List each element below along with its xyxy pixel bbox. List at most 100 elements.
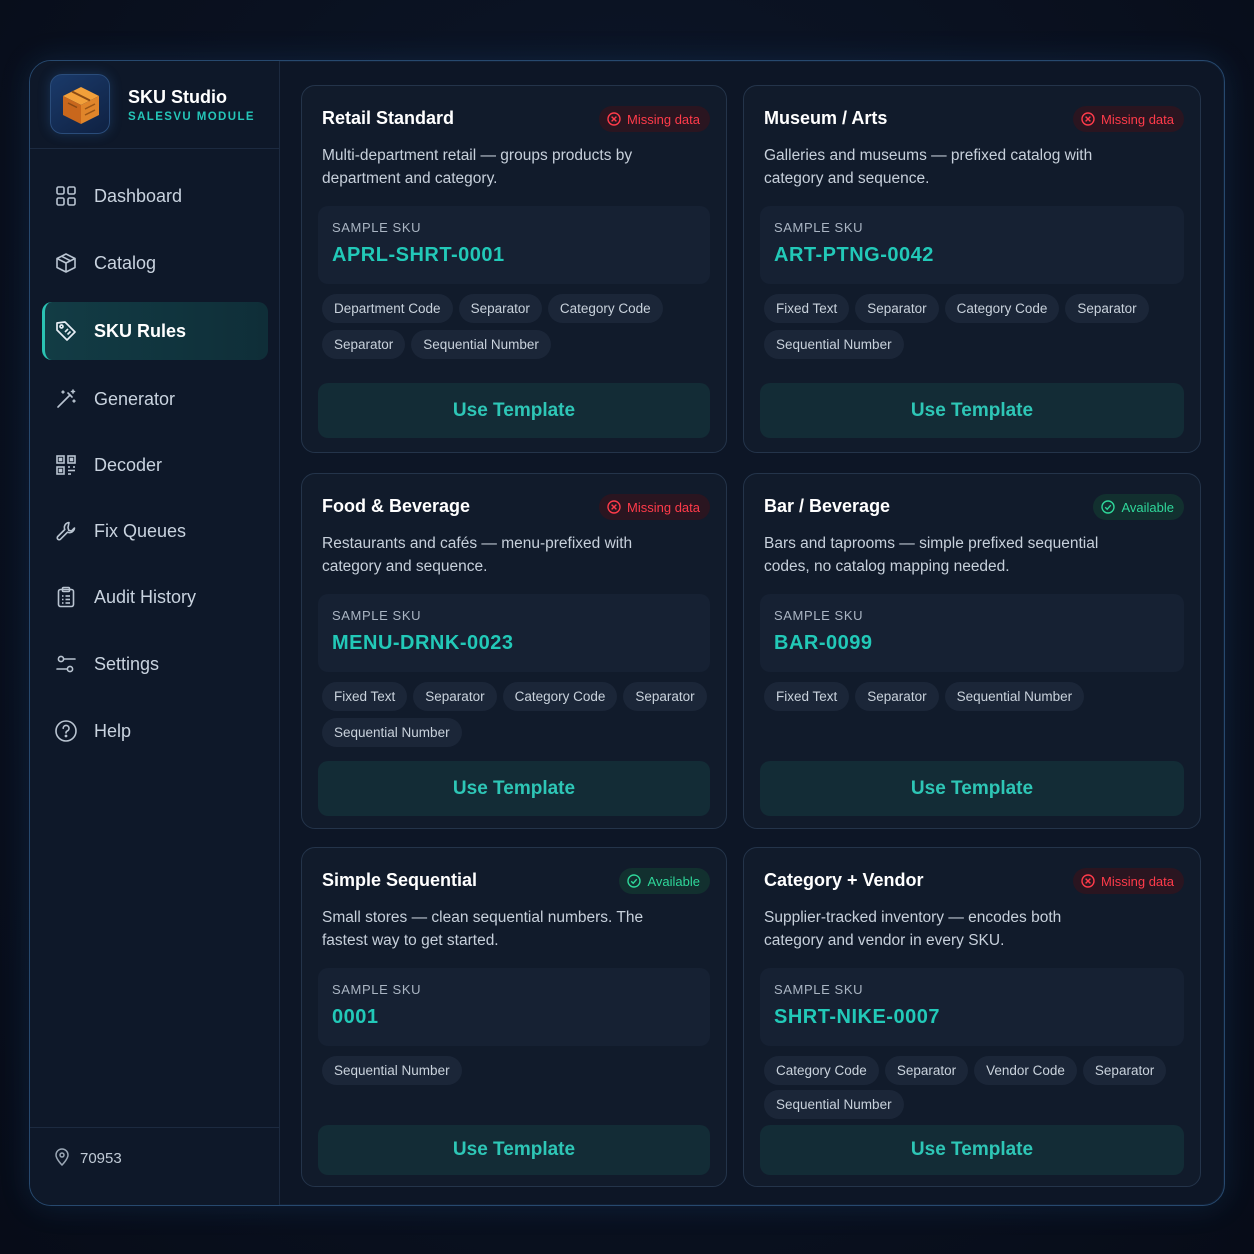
card-title: Food & Beverage bbox=[322, 496, 471, 516]
card-description: Multi-department retail — groups product… bbox=[322, 147, 633, 187]
segment-chip: Sequential Number bbox=[322, 718, 462, 747]
sample-sku-label: SAMPLE SKU bbox=[332, 220, 422, 235]
nav-label: Fix Queues bbox=[94, 520, 187, 541]
segment-chip: Fixed Text bbox=[322, 682, 408, 711]
use-template-button[interactable]: Use Template bbox=[760, 761, 1184, 816]
brand-subtitle: SALESVU MODULE bbox=[128, 111, 255, 123]
sample-sku-value: ART-PTNG-0042 bbox=[774, 244, 934, 266]
card-title: Simple Sequential bbox=[322, 870, 478, 890]
nav-item-sku-rules[interactable]: SKU Rules bbox=[42, 302, 268, 360]
segment-chip: Separator bbox=[855, 294, 939, 323]
segment-chip: Separator bbox=[623, 682, 707, 711]
card-description: Small stores — clean sequential numbers.… bbox=[322, 909, 644, 949]
app-window: SKU Studio SALESVU MODULE Dashboard Cata… bbox=[29, 60, 1225, 1206]
error-circle-icon bbox=[607, 112, 621, 126]
sample-sku-label: SAMPLE SKU bbox=[774, 220, 864, 235]
sample-sku-box: SAMPLE SKU BAR-0099 bbox=[760, 594, 1184, 672]
segment-chip: Separator bbox=[413, 682, 497, 711]
segment-chip: Category Code bbox=[502, 682, 618, 711]
status-text: Missing data bbox=[627, 499, 700, 515]
nav-item-fix-queues[interactable]: Fix Queues bbox=[42, 502, 268, 560]
template-card-food-beverage: Food & Beverage Missing data Restaurants… bbox=[301, 473, 727, 829]
nav-label: Generator bbox=[94, 388, 176, 409]
box-icon bbox=[54, 251, 78, 275]
status-text: Available bbox=[647, 873, 700, 889]
status-badge: Missing data bbox=[1073, 106, 1184, 132]
nav-item-catalog[interactable]: Catalog bbox=[42, 234, 268, 292]
sample-sku-box: SAMPLE SKU 0001 bbox=[318, 968, 710, 1046]
nav-label: Decoder bbox=[94, 454, 163, 475]
nav-label: Audit History bbox=[94, 586, 197, 607]
card-title: Retail Standard bbox=[322, 108, 455, 128]
segment-chip: Category Code bbox=[764, 1056, 879, 1085]
use-template-button[interactable]: Use Template bbox=[318, 761, 710, 816]
nav-item-audit-history[interactable]: Audit History bbox=[42, 568, 268, 626]
sliders-icon bbox=[54, 652, 78, 676]
segment-chip: Category Code bbox=[944, 294, 1060, 323]
segment-chips: Fixed Text Separator Category Code Separ… bbox=[322, 682, 710, 747]
qr-code-icon bbox=[54, 453, 78, 477]
tag-icon bbox=[54, 319, 78, 343]
status-badge: Missing data bbox=[599, 106, 710, 132]
sample-sku-value: SHRT-NIKE-0007 bbox=[774, 1006, 940, 1028]
sample-sku-value: 0001 bbox=[332, 1006, 379, 1028]
segment-chip: Sequential Number bbox=[944, 682, 1085, 711]
location-pin-icon bbox=[54, 1148, 70, 1171]
status-text: Missing data bbox=[1101, 111, 1174, 127]
sidebar-footer: 70953 bbox=[30, 1127, 280, 1205]
status-text: Available bbox=[1121, 499, 1174, 515]
sample-sku-value: BAR-0099 bbox=[774, 632, 873, 654]
nav-item-generator[interactable]: Generator bbox=[42, 370, 268, 428]
nav-item-dashboard[interactable]: Dashboard bbox=[42, 167, 268, 225]
sample-sku-box: SAMPLE SKU SHRT-NIKE-0007 bbox=[760, 968, 1184, 1046]
card-description: Bars and taprooms — simple prefixed sequ… bbox=[764, 535, 1099, 575]
check-circle-icon bbox=[627, 874, 642, 888]
brand-header: SKU Studio SALESVU MODULE bbox=[30, 61, 280, 149]
card-title: Category + Vendor bbox=[764, 870, 924, 890]
card-title: Bar / Beverage bbox=[764, 496, 891, 516]
status-text: Missing data bbox=[1101, 873, 1174, 889]
use-template-button[interactable]: Use Template bbox=[318, 383, 710, 438]
segment-chip: Separator bbox=[1082, 1056, 1167, 1085]
sample-sku-box: SAMPLE SKU MENU-DRNK-0023 bbox=[318, 594, 710, 672]
segment-chip: Separator bbox=[884, 1056, 969, 1085]
nav-item-settings[interactable]: Settings bbox=[42, 635, 268, 693]
status-badge: Available bbox=[1093, 494, 1184, 520]
segment-chip: Separator bbox=[1065, 294, 1149, 323]
sample-sku-box: SAMPLE SKU APRL-SHRT-0001 bbox=[318, 206, 710, 284]
segment-chip: Fixed Text bbox=[764, 294, 850, 323]
template-card-simple-sequential: Simple Sequential Available Small stores… bbox=[301, 847, 727, 1187]
sidebar: SKU Studio SALESVU MODULE Dashboard Cata… bbox=[30, 61, 280, 1205]
status-badge: Missing data bbox=[1073, 868, 1184, 894]
nav-item-decoder[interactable]: Decoder bbox=[42, 436, 268, 494]
status-text: Missing data bbox=[627, 111, 700, 127]
segment-chip: Separator bbox=[458, 294, 542, 323]
template-card-museum-arts: Museum / Arts Missing data Galleries and… bbox=[743, 85, 1201, 453]
segment-chips: Fixed Text Separator Category Code Separ… bbox=[764, 294, 1184, 359]
error-circle-icon bbox=[607, 500, 621, 514]
template-card-category-vendor: Category + Vendor Missing data Supplier-… bbox=[743, 847, 1201, 1187]
nav-label: Settings bbox=[94, 653, 160, 674]
use-template-button[interactable]: Use Template bbox=[760, 383, 1184, 438]
segment-chip: Department Code bbox=[322, 294, 453, 323]
wrench-icon bbox=[54, 519, 78, 543]
card-description: Galleries and museums — prefixed catalog… bbox=[764, 147, 1093, 187]
clipboard-icon bbox=[54, 585, 78, 609]
segment-chips: Sequential Number bbox=[322, 1056, 710, 1085]
nav-label: Dashboard bbox=[94, 185, 183, 206]
use-template-button[interactable]: Use Template bbox=[318, 1125, 710, 1175]
nav-label: SKU Rules bbox=[94, 320, 187, 341]
nav-label: Catalog bbox=[94, 252, 157, 273]
grid-icon bbox=[54, 184, 78, 208]
sample-sku-label: SAMPLE SKU bbox=[774, 982, 864, 997]
error-circle-icon bbox=[1081, 874, 1095, 888]
use-template-button[interactable]: Use Template bbox=[760, 1125, 1184, 1175]
sample-sku-value: MENU-DRNK-0023 bbox=[332, 632, 514, 654]
status-badge: Missing data bbox=[599, 494, 710, 520]
segment-chip: Sequential Number bbox=[764, 330, 904, 359]
template-card-bar-beverage: Bar / Beverage Available Bars and taproo… bbox=[743, 473, 1201, 829]
nav-item-help[interactable]: Help bbox=[42, 702, 268, 760]
help-circle-icon bbox=[54, 719, 78, 743]
segment-chip: Separator bbox=[855, 682, 939, 711]
segment-chip: Sequential Number bbox=[764, 1090, 904, 1119]
